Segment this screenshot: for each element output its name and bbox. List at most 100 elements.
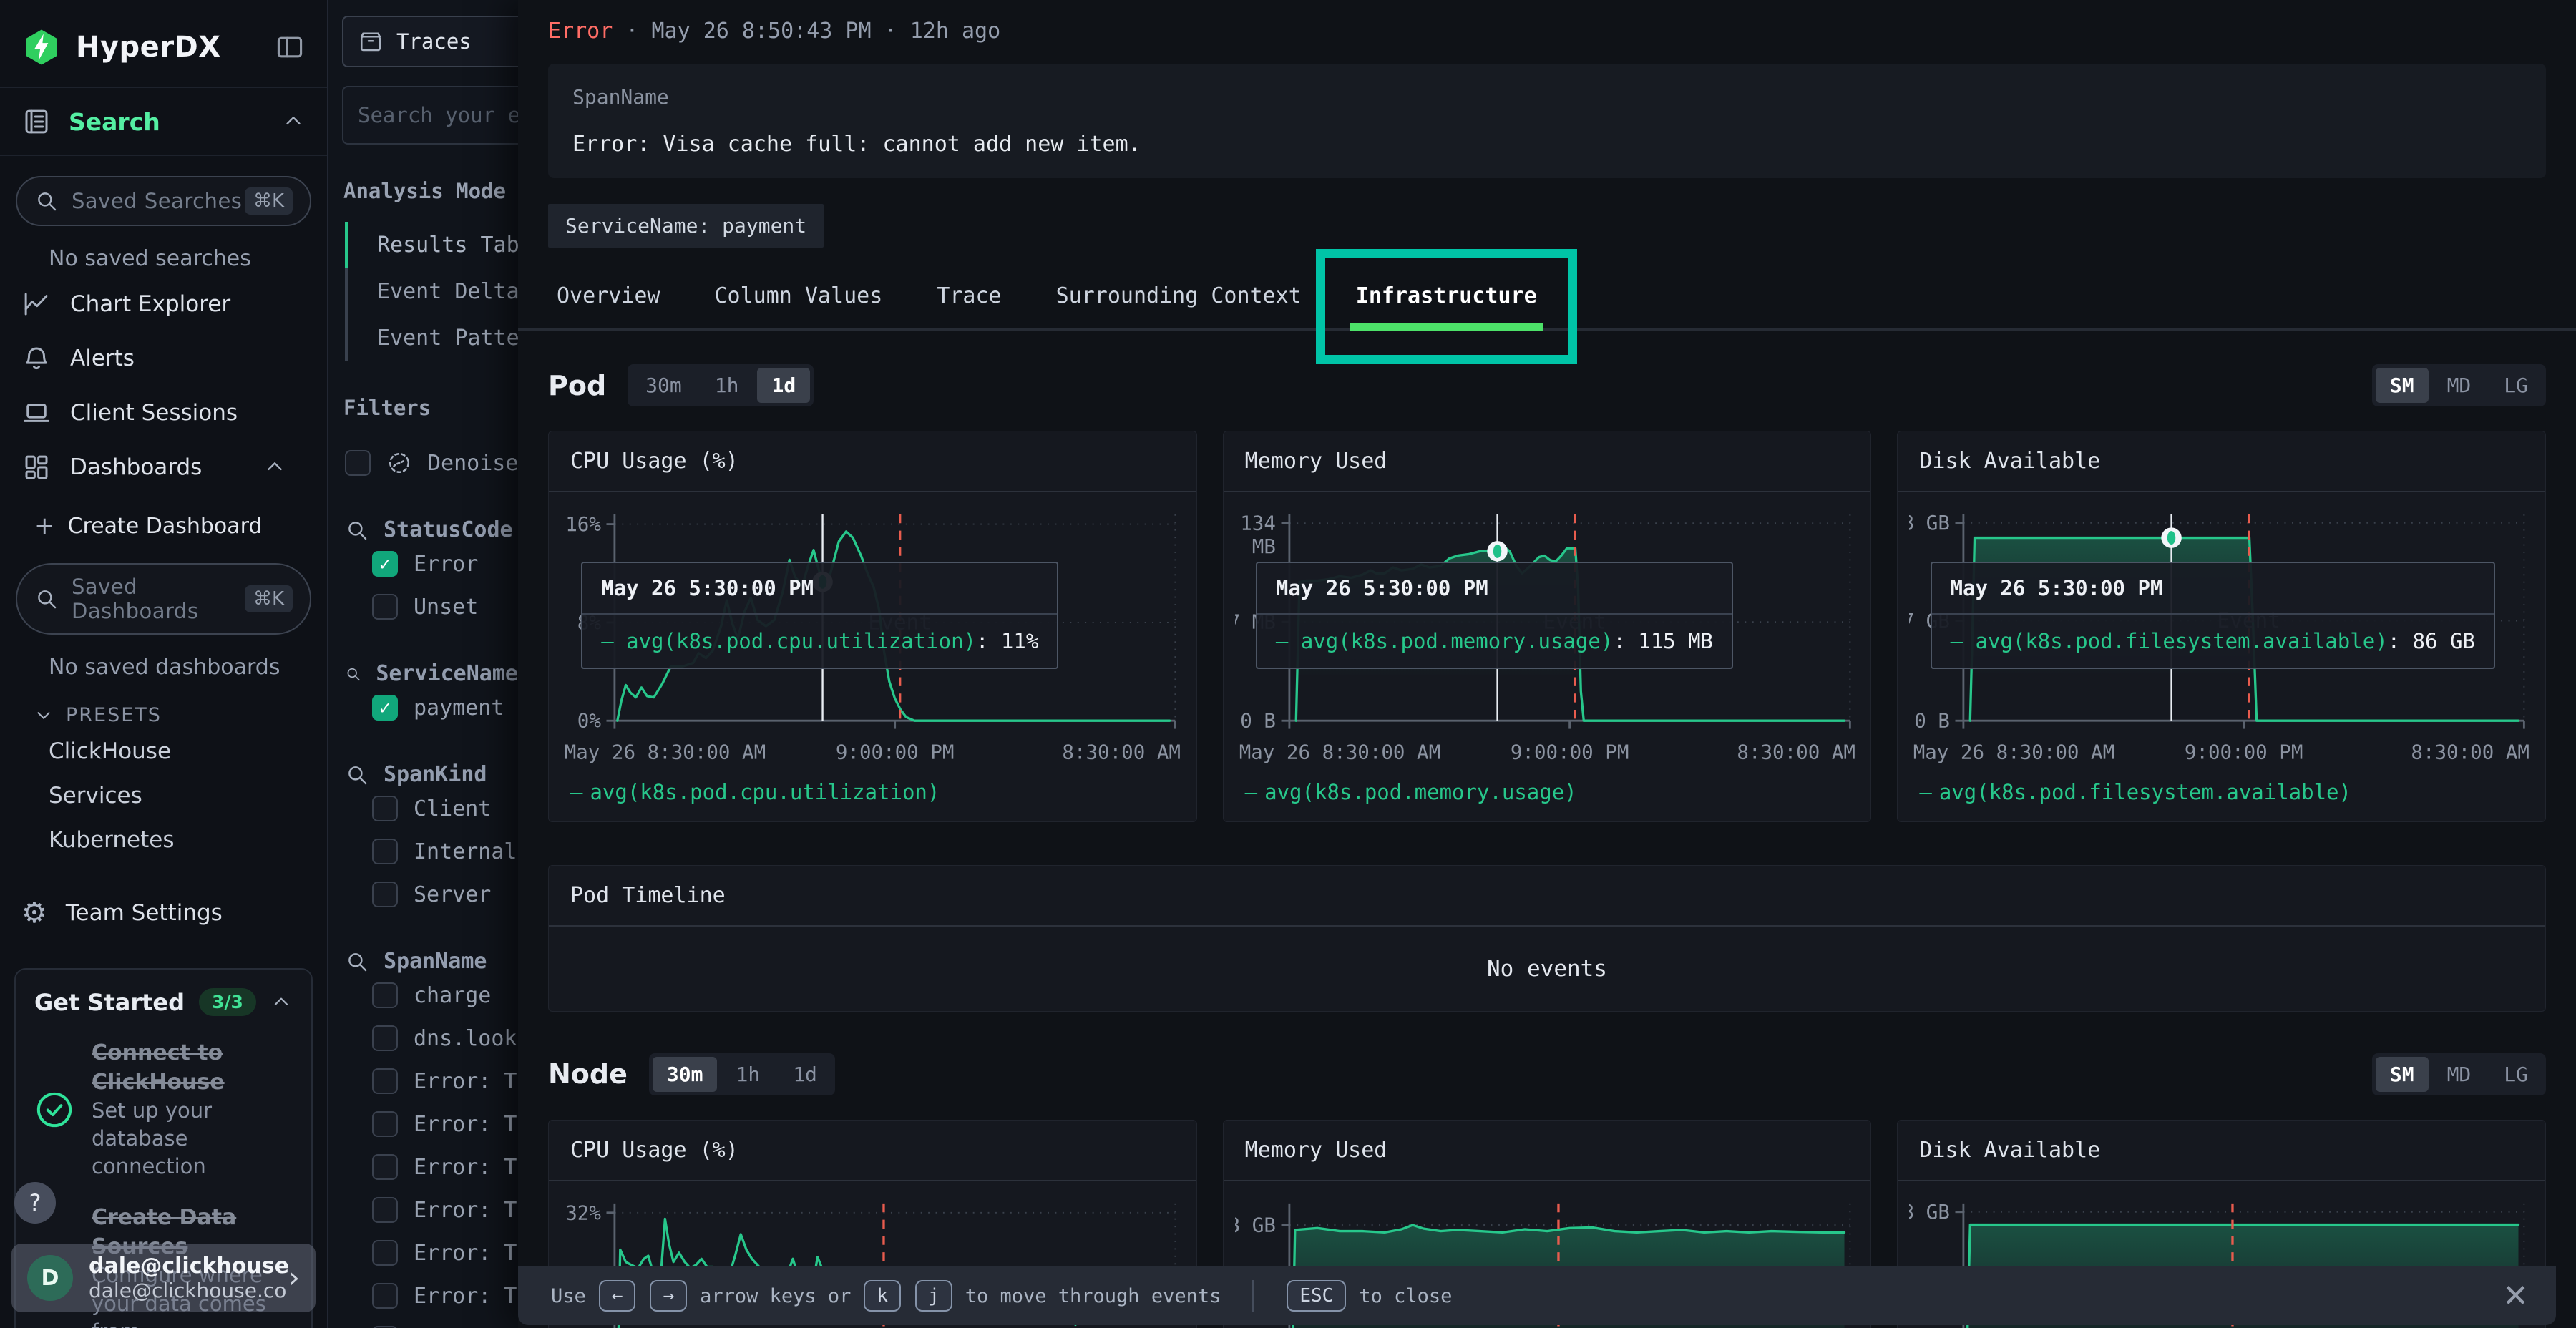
checkbox-checked[interactable]: [372, 551, 398, 577]
node-range-1h[interactable]: 1h: [721, 1057, 774, 1092]
help-button[interactable]: ?: [14, 1182, 56, 1224]
node-time-range-control: 30m1h1d: [649, 1053, 835, 1095]
pod-timeline-title: Pod Timeline: [549, 866, 2545, 927]
node-size-lg[interactable]: LG: [2489, 1057, 2542, 1092]
user-menu[interactable]: D dale@clickhouse.com dale@clickhouse.co…: [11, 1244, 316, 1312]
event-search-input[interactable]: Search your e: [342, 86, 518, 145]
span-error-message: Error: Visa cache full: cannot add new i…: [572, 132, 2522, 157]
filter-option[interactable]: Error: The cr: [328, 1146, 518, 1188]
filter-option[interactable]: Client: [328, 787, 518, 830]
filter-option[interactable]: Error: The cr: [328, 1274, 518, 1317]
filter-option[interactable]: Unset: [328, 585, 518, 628]
filter-option[interactable]: dns.lookup: [328, 1017, 518, 1060]
filter-option[interactable]: payment: [328, 686, 518, 729]
filter-option[interactable]: Error: The cr: [328, 1060, 518, 1103]
search-icon: [34, 587, 59, 611]
pod-range-1d[interactable]: 1d: [757, 368, 810, 403]
filter-option[interactable]: Server: [328, 873, 518, 916]
filter-group-statuscode: StatusCodeErrorUnset: [328, 517, 518, 628]
j-key[interactable]: j: [915, 1280, 952, 1312]
checkbox-unchecked[interactable]: [372, 1197, 398, 1223]
tab-surrounding-context[interactable]: Surrounding Context: [1029, 269, 1329, 328]
saved-dashboards-input[interactable]: Saved Dashboards ⌘K: [16, 563, 311, 635]
filter-option[interactable]: charge: [328, 974, 518, 1017]
checkbox-checked[interactable]: [372, 695, 398, 721]
arrow-right-key[interactable]: →: [650, 1280, 687, 1312]
get-started-header[interactable]: Get Started 3/3: [34, 988, 293, 1016]
service-name-tag[interactable]: ServiceName: payment: [548, 204, 824, 248]
filter-option[interactable]: Error: The cr: [328, 1103, 518, 1146]
checkbox-unchecked[interactable]: [372, 1240, 398, 1266]
node-size-md[interactable]: MD: [2433, 1057, 2486, 1092]
tab-trace[interactable]: Trace: [909, 269, 1028, 328]
analysis-mode-event-deltas[interactable]: Event Deltas: [345, 268, 518, 315]
pod-size-sm[interactable]: SM: [2376, 368, 2429, 403]
checkbox-unchecked[interactable]: [372, 1025, 398, 1051]
sidebar-item-client-sessions[interactable]: Client Sessions: [0, 386, 327, 440]
saved-searches-input[interactable]: Saved Searches ⌘K: [16, 176, 311, 226]
checkbox-unchecked[interactable]: [372, 982, 398, 1008]
tab-column-values[interactable]: Column Values: [688, 269, 910, 328]
tab-infrastructure[interactable]: Infrastructure: [1329, 269, 1564, 328]
chart-area[interactable]: Event16%8%0%May 26 8:30:00 AM9:00:00 PM8…: [549, 492, 1196, 770]
filter-option[interactable]: Error: The cr: [328, 1231, 518, 1274]
chart-area[interactable]: Event93 GB47 GB0 BMay 26 8:30:00 AM9:00:…: [1898, 492, 2545, 770]
checkbox-unchecked[interactable]: [372, 1283, 398, 1309]
chart-card-pod-disk: Disk AvailableEvent93 GB47 GB0 BMay 26 8…: [1897, 431, 2546, 822]
svg-text:May 26 8:30:00 AM: May 26 8:30:00 AM: [1913, 741, 2114, 763]
k-key[interactable]: k: [864, 1280, 901, 1312]
presets-toggle[interactable]: PRESETS: [0, 685, 327, 729]
arrow-left-key[interactable]: ←: [599, 1280, 636, 1312]
node-range-1d[interactable]: 1d: [779, 1057, 831, 1092]
sidebar-item-team-settings[interactable]: ⚙ Team Settings: [0, 872, 327, 954]
bell-icon: [21, 343, 52, 374]
pod-time-range-control: 30m1h1d: [628, 364, 814, 406]
sidebar-item-search[interactable]: Search: [0, 87, 327, 156]
sidebar-item-alerts[interactable]: Alerts: [0, 331, 327, 386]
filter-option[interactable]: Error: The cr: [328, 1188, 518, 1231]
create-dashboard-button[interactable]: + Create Dashboard: [0, 494, 327, 543]
collapse-sidebar-icon[interactable]: [274, 31, 306, 63]
esc-key[interactable]: ESC: [1287, 1280, 1346, 1312]
pod-size-md[interactable]: MD: [2433, 368, 2486, 403]
footer-use-text: Use: [551, 1285, 586, 1307]
denoise-filter-toggle[interactable]: Denoise Re: [328, 441, 518, 484]
checkbox-unchecked[interactable]: [372, 1154, 398, 1180]
pod-range-1h[interactable]: 1h: [701, 368, 753, 403]
sidebar-item-chart-explorer[interactable]: Chart Explorer: [0, 277, 327, 331]
client-sessions-label: Client Sessions: [70, 400, 238, 426]
filter-option[interactable]: Error: The cr: [328, 1317, 518, 1328]
series-dash-icon: —: [601, 629, 626, 653]
checkbox-unchecked[interactable]: [372, 882, 398, 907]
preset-services[interactable]: Services: [0, 773, 327, 818]
checkbox-unchecked[interactable]: [372, 839, 398, 864]
filter-option-label: payment: [414, 695, 504, 721]
checkbox-unchecked[interactable]: [372, 796, 398, 821]
svg-text:0%: 0%: [577, 710, 602, 733]
node-size-sm[interactable]: SM: [2376, 1057, 2429, 1092]
chart-title: Disk Available: [1898, 1120, 2545, 1181]
close-icon[interactable]: ✕: [2502, 1278, 2529, 1314]
chart-area[interactable]: Event134MB67 MB0 BMay 26 8:30:00 AM9:00:…: [1224, 492, 1871, 770]
analysis-mode-event-patterns[interactable]: Event Patterns: [345, 315, 518, 361]
chart-tooltip: May 26 5:30:00 PM— avg(k8s.pod.memory.us…: [1256, 562, 1733, 669]
get-started-item[interactable]: Connect to ClickHouseSet up your databas…: [34, 1039, 293, 1181]
trace-detail-panel: Error · May 26 8:50:43 PM · 12h ago Span…: [518, 0, 2576, 1328]
filter-option[interactable]: Internal: [328, 830, 518, 873]
source-select[interactable]: Traces: [342, 16, 518, 67]
denoise-checkbox[interactable]: [345, 450, 371, 476]
checkbox-unchecked[interactable]: [372, 1111, 398, 1137]
analysis-mode-results-table[interactable]: Results Table: [345, 222, 518, 268]
preset-kubernetes[interactable]: Kubernetes: [0, 818, 327, 862]
pod-range-30m[interactable]: 30m: [631, 368, 696, 403]
pod-size-lg[interactable]: LG: [2489, 368, 2542, 403]
sidebar-item-dashboards[interactable]: Dashboards: [0, 440, 327, 494]
preset-clickhouse[interactable]: ClickHouse: [0, 729, 327, 773]
checkbox-unchecked[interactable]: [372, 1068, 398, 1094]
tooltip-series-name: avg(k8s.pod.memory.usage): [1301, 629, 1614, 653]
checkbox-unchecked[interactable]: [372, 594, 398, 620]
filter-option[interactable]: Error: [328, 542, 518, 585]
tab-overview[interactable]: Overview: [530, 269, 688, 328]
node-range-30m[interactable]: 30m: [653, 1057, 718, 1092]
check-circle-icon: [34, 1090, 74, 1130]
